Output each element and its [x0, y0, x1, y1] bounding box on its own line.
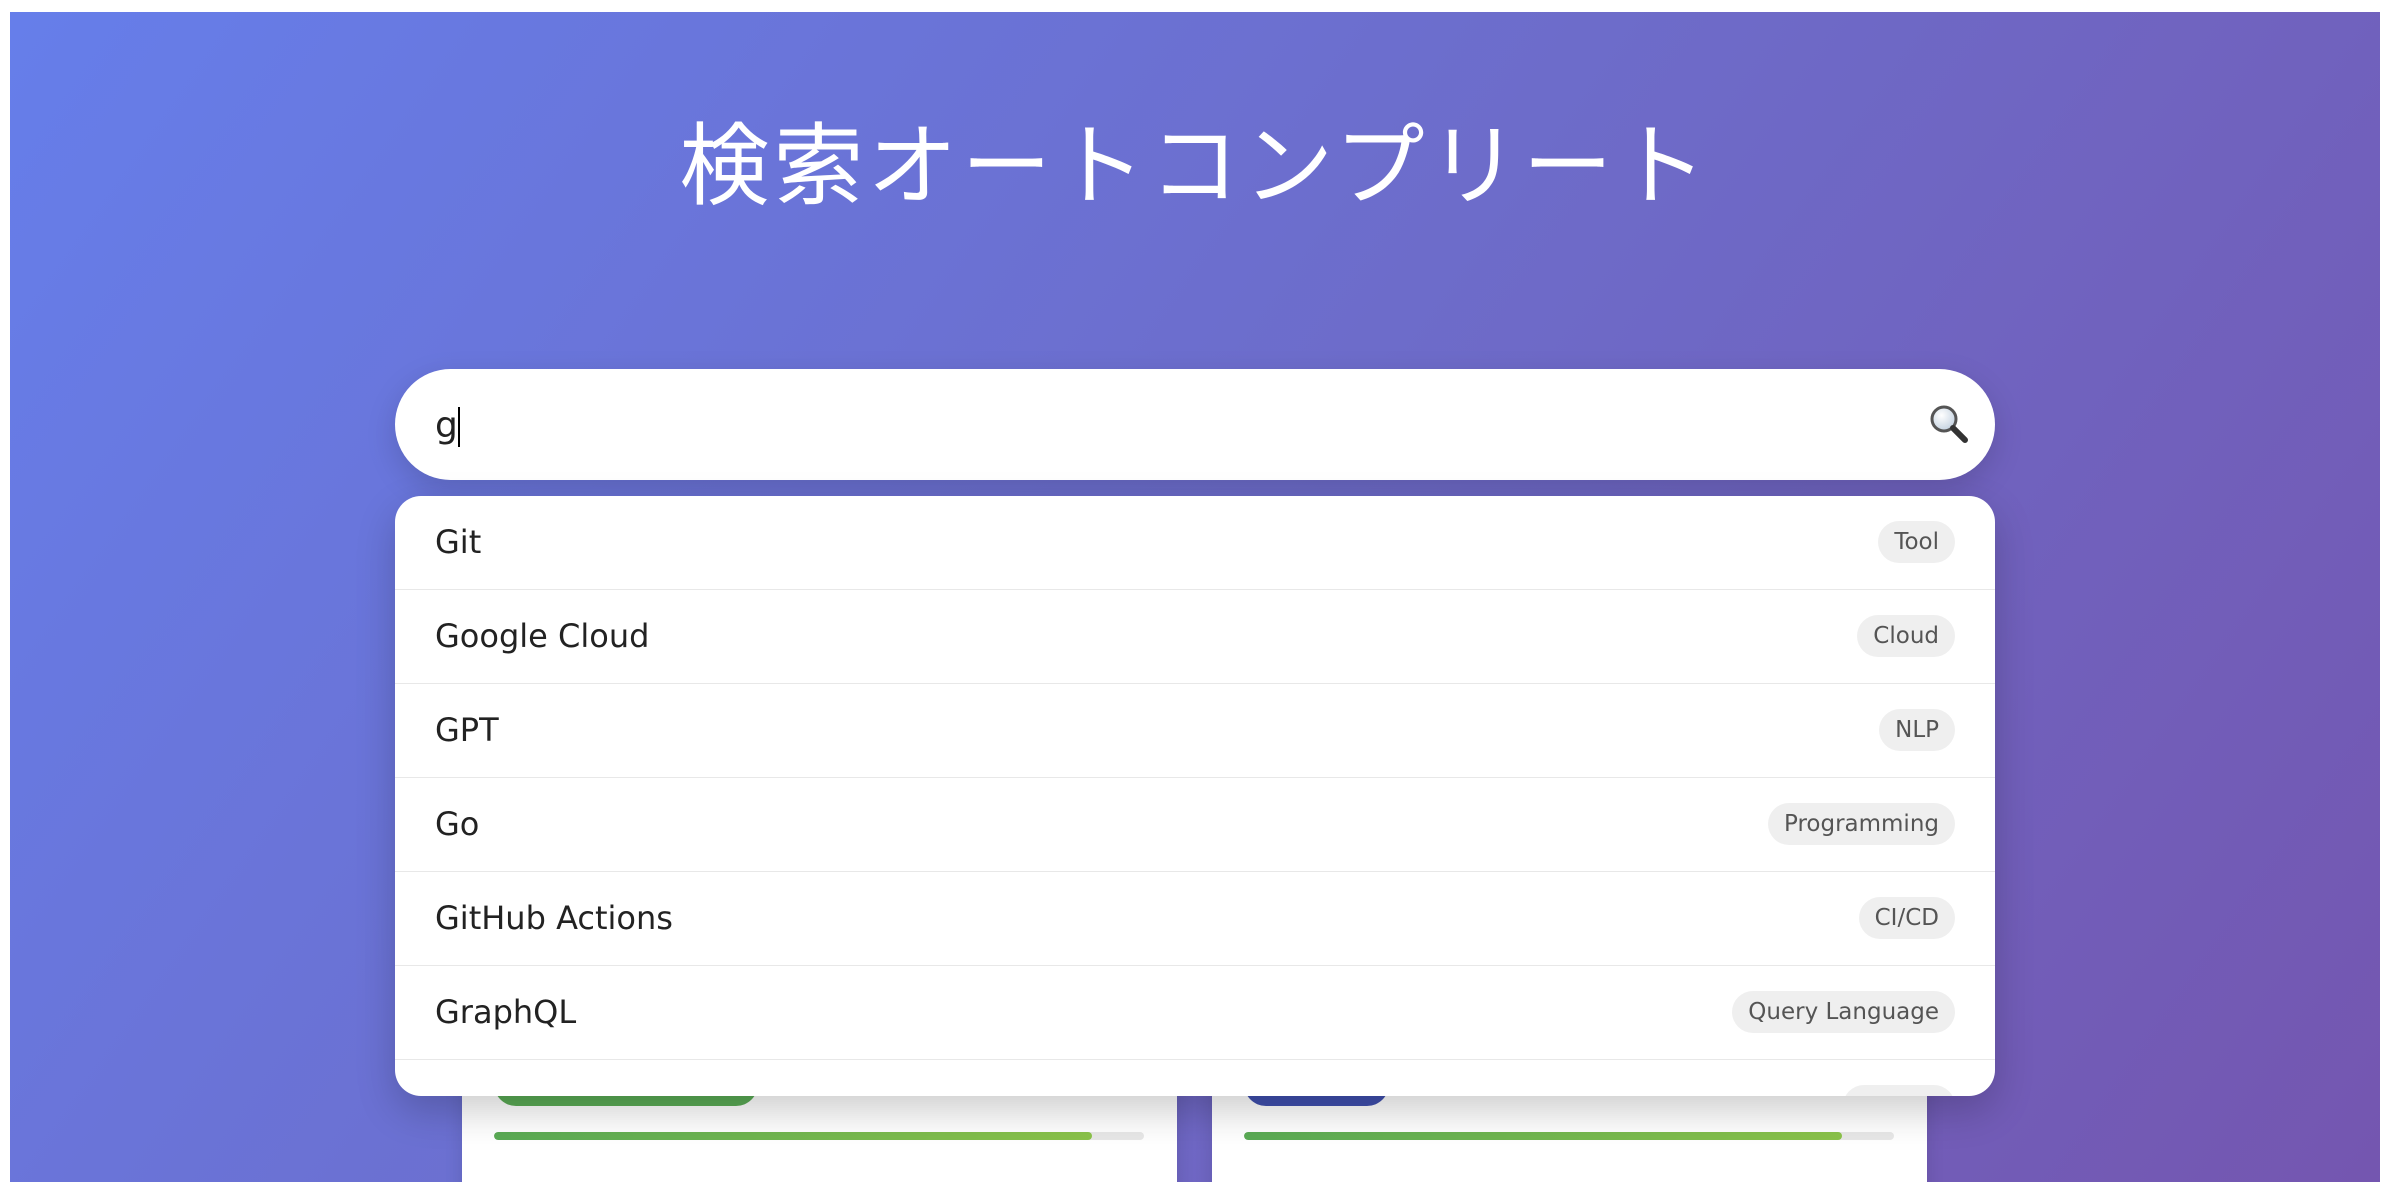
suggestion-category-tag: NLP: [1879, 709, 1955, 751]
suggestion-category-tag: Tool: [1878, 521, 1955, 563]
suggestion-label: Git: [435, 523, 482, 561]
suggestion-label: Google Cloud: [435, 617, 650, 655]
suggestion-category-tag: CI/CD: [1858, 897, 1955, 939]
suggestion-category-tag: [1843, 1085, 1955, 1096]
suggestion-label: Go: [435, 805, 480, 843]
search-box: [395, 369, 1995, 480]
suggestion-label: GPT: [435, 711, 499, 749]
text-caret: [458, 407, 460, 447]
search-input[interactable]: [435, 397, 1875, 453]
suggestion-list: Git Tool Google Cloud Cloud GPT NLP Go P…: [395, 496, 1995, 1096]
suggestion-category-tag: Cloud: [1857, 615, 1955, 657]
suggestion-item[interactable]: GraphQL Query Language: [395, 966, 1995, 1060]
suggestion-item[interactable]: GPT NLP: [395, 684, 1995, 778]
search-icon[interactable]: [1927, 402, 1971, 446]
progress-bar: [494, 1132, 1144, 1140]
progress-bar: [1244, 1132, 1894, 1140]
suggestion-category-tag: Query Language: [1732, 991, 1955, 1033]
suggestion-category-tag: Programming: [1767, 803, 1955, 845]
suggestion-item[interactable]: Git Tool: [395, 496, 1995, 590]
suggestion-item[interactable]: GitHub Actions CI/CD: [395, 872, 1995, 966]
page-title: 検索オートコンプリート: [679, 114, 1711, 219]
autocomplete-dropdown: Git Tool Google Cloud Cloud GPT NLP Go P…: [395, 496, 1995, 1096]
suggestion-item-partial[interactable]: [395, 1060, 1995, 1096]
suggestion-label: GraphQL: [435, 993, 577, 1031]
suggestion-label: GitHub Actions: [435, 899, 673, 937]
suggestion-item[interactable]: Go Programming: [395, 778, 1995, 872]
suggestion-item[interactable]: Google Cloud Cloud: [395, 590, 1995, 684]
progress-bar-fill: [1244, 1132, 1842, 1140]
page-background: 検索オートコンプリート PROGRAMMING EDITOR: [10, 12, 2380, 1182]
progress-bar-fill: [494, 1132, 1092, 1140]
